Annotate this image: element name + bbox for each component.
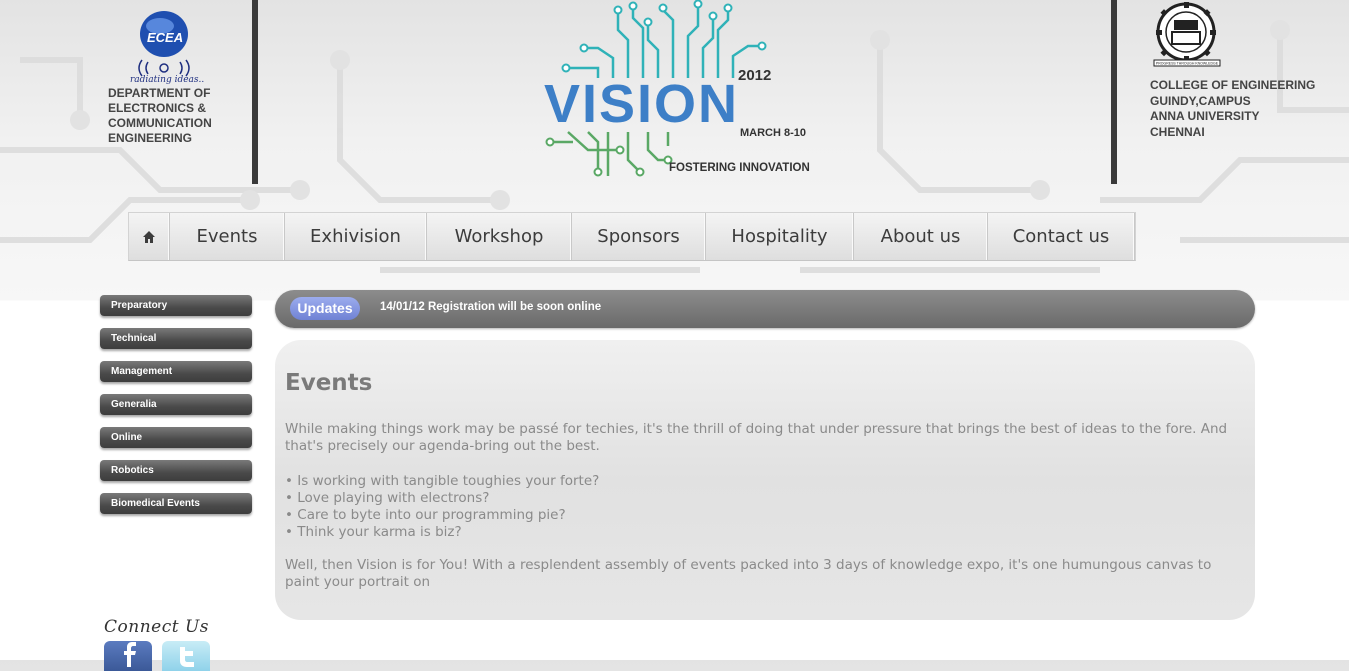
ecea-logo[interactable]: ECEA radiating ideas.. bbox=[116, 4, 204, 85]
nav-home[interactable] bbox=[129, 213, 170, 260]
ecea-logo-graphic: ECEA radiating ideas.. bbox=[130, 11, 204, 85]
outro-paragraph: Well, then Vision is for You! With a res… bbox=[285, 557, 1212, 590]
department-line: ENGINEERING bbox=[108, 131, 193, 145]
department-line: COMMUNICATION bbox=[108, 116, 212, 130]
question-list: • Is working with tangible toughies your… bbox=[285, 473, 599, 541]
department-line: ELECTRONICS & bbox=[108, 101, 207, 115]
updates-bar: Updates 14/01/12 Registration will be so… bbox=[275, 290, 1255, 328]
sidebar-item-biomedical-events[interactable]: Biomedical Events bbox=[100, 493, 252, 514]
nav-exhivision[interactable]: Exhivision bbox=[285, 213, 427, 260]
vision-logo-graphic: VISION 2012 MARCH 8-10 FOSTERING INNOVAT… bbox=[544, 0, 810, 177]
event-category-sidebar: Preparatory Technical Management General… bbox=[100, 295, 252, 526]
ecea-tagline: radiating ideas.. bbox=[130, 75, 204, 84]
facebook-glyph bbox=[124, 642, 136, 667]
connect-us: Connect Us bbox=[104, 617, 224, 671]
nav-events[interactable]: Events bbox=[170, 213, 285, 260]
sidebar-item-preparatory[interactable]: Preparatory bbox=[100, 295, 252, 316]
sidebar-item-technical[interactable]: Technical bbox=[100, 328, 252, 349]
sidebar-item-robotics[interactable]: Robotics bbox=[100, 460, 252, 481]
ecea-logo-text: ECEA bbox=[147, 30, 183, 45]
list-item-text: Love playing with electrons? bbox=[297, 490, 490, 506]
seal-caption: PROGRESS THROUGH KNOWLEDGE bbox=[1156, 62, 1219, 66]
college-line: GUINDY,CAMPUS bbox=[1150, 93, 1251, 108]
facebook-icon[interactable] bbox=[104, 641, 152, 671]
vision-year: 2012 bbox=[738, 67, 771, 84]
list-item: • Care to byte into our programming pie? bbox=[285, 507, 566, 523]
connect-us-label: Connect Us bbox=[104, 617, 210, 637]
list-item: • Think your karma is biz? bbox=[285, 524, 462, 540]
list-item-text: Think your karma is biz? bbox=[297, 524, 462, 540]
updates-badge: Updates bbox=[290, 297, 360, 320]
college-line: ANNA UNIVERSITY bbox=[1150, 109, 1260, 123]
nav-sponsors[interactable]: Sponsors bbox=[572, 213, 706, 260]
update-item[interactable]: 14/01/12 Registration will be soon onlin… bbox=[380, 301, 601, 313]
college-line: COLLEGE OF ENGINEERING bbox=[1150, 78, 1316, 92]
nav-about-us[interactable]: About us bbox=[854, 213, 988, 260]
nav-contact-us[interactable]: Contact us bbox=[988, 213, 1135, 260]
nav-workshop[interactable]: Workshop bbox=[427, 213, 572, 260]
anna-university-seal[interactable]: PROGRESS THROUGH KNOWLEDGE bbox=[1150, 2, 1224, 68]
list-item: • Is working with tangible toughies your… bbox=[285, 473, 600, 489]
vision-tagline: FOSTERING INNOVATION bbox=[669, 162, 810, 174]
page-title: Events bbox=[285, 370, 373, 396]
vision-logo[interactable]: VISION 2012 MARCH 8-10 FOSTERING INNOVAT… bbox=[528, 0, 840, 182]
twitter-icon[interactable] bbox=[162, 641, 210, 671]
header-divider-right bbox=[1111, 0, 1117, 184]
update-date: 14/01/12 bbox=[380, 301, 425, 313]
vision-dates: MARCH 8-10 bbox=[740, 127, 806, 139]
list-item: • Love playing with electrons? bbox=[285, 490, 490, 506]
main-nav: Events Exhivision Workshop Sponsors Hosp… bbox=[128, 212, 1136, 261]
nav-hospitality[interactable]: Hospitality bbox=[706, 213, 854, 260]
sidebar-item-generalia[interactable]: Generalia bbox=[100, 394, 252, 415]
twitter-glyph bbox=[180, 647, 194, 667]
college-line: CHENNAI bbox=[1150, 124, 1205, 139]
sidebar-item-online[interactable]: Online bbox=[100, 427, 252, 448]
sidebar-item-management[interactable]: Management bbox=[100, 361, 252, 382]
list-item-text: Is working with tangible toughies your f… bbox=[297, 473, 600, 489]
vision-title: VISION bbox=[544, 74, 739, 134]
intro-paragraph: While making things work may be passé fo… bbox=[285, 421, 1228, 454]
home-icon bbox=[143, 230, 155, 243]
update-message: Registration will be soon online bbox=[427, 301, 602, 313]
content-panel: Events While making things work may be p… bbox=[275, 340, 1255, 620]
department-line: DEPARTMENT OF bbox=[108, 86, 211, 100]
header-divider-left bbox=[252, 0, 258, 184]
department-header: ECEA radiating ideas.. DEPARTMENT OF ELE… bbox=[108, 4, 248, 146]
list-item-text: Care to byte into our programming pie? bbox=[297, 507, 566, 523]
department-name: DEPARTMENT OF ELECTRONICS & COMMUNICATIO… bbox=[108, 86, 248, 146]
college-name: COLLEGE OF ENGINEERING GUINDY,CAMPUS ANN… bbox=[1150, 78, 1320, 140]
college-header: PROGRESS THROUGH KNOWLEDGE COLLEGE OF EN… bbox=[1150, 2, 1320, 140]
